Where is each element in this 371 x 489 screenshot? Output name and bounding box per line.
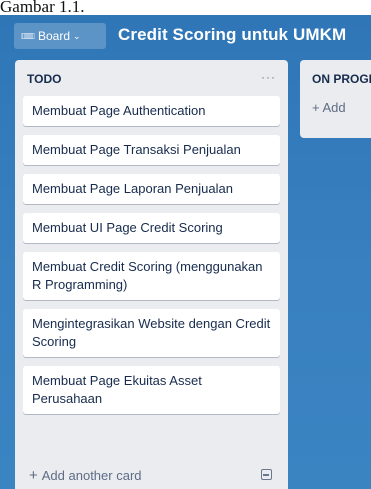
boards-icon: ▥▥	[21, 31, 35, 40]
board-canvas: ▥▥ Board ⌄ Credit Scoring untuk UMKM TOD…	[0, 15, 371, 489]
card[interactable]: Membuat Page Transaksi Penjualan	[23, 135, 280, 165]
list-todo: TODO ··· Membuat Page Authentication Mem…	[15, 60, 288, 489]
board-title[interactable]: Credit Scoring untuk UMKM	[118, 25, 346, 45]
card-template-icon[interactable]	[261, 469, 272, 480]
board-switcher-label: Board	[38, 29, 71, 43]
list-header: TODO ···	[15, 60, 288, 94]
chevron-down-icon: ⌄	[73, 30, 81, 41]
board-switcher-button[interactable]: ▥▥ Board ⌄	[14, 23, 106, 49]
add-card-label: Add another card	[41, 467, 142, 483]
plus-icon: +	[29, 466, 38, 484]
card[interactable]: Membuat Page Laporan Penjualan	[23, 174, 280, 204]
add-card-label: Add	[322, 100, 346, 115]
add-card-button[interactable]: + Add	[312, 100, 346, 115]
board-header: ▥▥ Board ⌄ Credit Scoring untuk UMKM	[0, 15, 371, 59]
list-menu-icon[interactable]: ···	[261, 70, 276, 84]
card[interactable]: Membuat Page Ekuitas Asset Perusahaan	[23, 366, 280, 414]
card[interactable]: Membuat Page Authentication	[23, 96, 280, 126]
add-card-button[interactable]: + Add another card	[23, 462, 280, 488]
card[interactable]: Membuat UI Page Credit Scoring	[23, 213, 280, 243]
plus-icon: +	[312, 100, 323, 115]
list-title[interactable]: TODO	[27, 72, 61, 86]
list-on-progress: ON PROGRESS + Add	[300, 60, 371, 138]
card[interactable]: Membuat Credit Scoring (menggunakan R Pr…	[23, 252, 280, 300]
card-list: Membuat Page Authentication Membuat Page…	[23, 96, 280, 423]
list-title[interactable]: ON PROGRESS	[312, 72, 371, 86]
card[interactable]: Mengintegrasikan Website dengan Credit S…	[23, 309, 280, 357]
